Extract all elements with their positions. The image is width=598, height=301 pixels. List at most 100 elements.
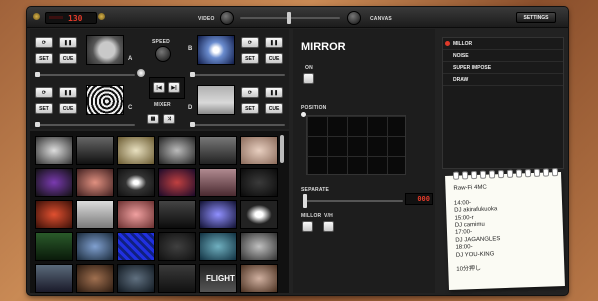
deck-c-preview[interactable] <box>86 85 124 115</box>
millor-label: MILLOR <box>301 213 322 219</box>
slider-handle[interactable] <box>35 72 40 77</box>
deck-c-slider[interactable] <box>35 122 135 127</box>
clip-thumbnail[interactable] <box>76 200 114 229</box>
pause-button[interactable]: ❚❚ <box>59 87 77 98</box>
deck-d-label: D <box>188 105 193 111</box>
clip-thumbnail[interactable] <box>158 200 196 229</box>
clip-thumbnail[interactable] <box>117 168 155 197</box>
slider-handle[interactable] <box>190 122 195 127</box>
prev-button[interactable]: |◀ <box>153 82 165 93</box>
deck-b-preview[interactable] <box>197 35 235 65</box>
clip-thumbnail[interactable] <box>158 232 196 261</box>
canvas-label: CANVAS <box>370 16 392 22</box>
cue-button-c[interactable]: CUE <box>59 103 77 114</box>
position-label: POSITION <box>301 105 327 111</box>
next-button[interactable]: ▶| <box>168 82 180 93</box>
clip-thumbnail[interactable] <box>240 168 278 197</box>
clip-thumbnail[interactable] <box>199 200 237 229</box>
slider-handle[interactable] <box>303 194 307 208</box>
clip-thumbnail[interactable] <box>158 168 196 197</box>
clip-thumbnail[interactable] <box>76 136 114 165</box>
on-label: ON <box>305 65 313 71</box>
settings-button[interactable]: SETTINGS <box>516 12 556 23</box>
deck-d-preview[interactable] <box>197 85 235 115</box>
loop-button[interactable]: ⟳ <box>35 37 53 48</box>
effect-item-label: MILLOR <box>453 41 473 47</box>
clip-thumbnail[interactable] <box>76 232 114 261</box>
clip-thumbnail[interactable] <box>117 264 155 293</box>
clip-thumbnail[interactable] <box>199 136 237 165</box>
canvas-knob[interactable] <box>347 11 361 25</box>
effect-item-super-impose[interactable]: SUPER IMPOSE <box>443 62 563 74</box>
position-pad[interactable] <box>306 115 406 175</box>
pause-button[interactable]: ❚❚ <box>265 37 283 48</box>
effect-item-draw[interactable]: DRAW <box>443 74 563 86</box>
sync-icon[interactable] <box>137 69 145 77</box>
clip-thumbnail[interactable] <box>240 136 278 165</box>
clip-thumbnail[interactable] <box>117 232 155 261</box>
clip-thumbnail[interactable] <box>117 200 155 229</box>
deck-b-label: B <box>188 46 193 52</box>
clip-thumbnail[interactable] <box>117 136 155 165</box>
clip-thumbnail[interactable] <box>35 136 73 165</box>
deck-d-slider[interactable] <box>190 122 285 127</box>
set-button-b[interactable]: SET <box>241 53 259 64</box>
slider-handle[interactable] <box>35 122 40 127</box>
set-button-a[interactable]: SET <box>35 53 53 64</box>
loop-icon: ⟳ <box>247 39 253 46</box>
cue-button-b[interactable]: CUE <box>265 53 283 64</box>
effect-item-noise[interactable]: NOISE <box>443 50 563 62</box>
deck-c-label: C <box>128 105 133 111</box>
clip-thumbnail[interactable] <box>158 264 196 293</box>
millor-toggle[interactable] <box>302 221 313 232</box>
video-knob[interactable] <box>220 11 234 25</box>
clip-thumbnail[interactable] <box>240 200 278 229</box>
effect-list: MILLOR NOISE SUPER IMPOSE DRAW <box>442 37 564 169</box>
clip-thumbnail[interactable] <box>35 200 73 229</box>
speed-knob[interactable] <box>155 46 171 62</box>
clip-thumbnail[interactable] <box>240 232 278 261</box>
clip-thumbnail[interactable] <box>35 168 73 197</box>
shuffle-icon: ⤨ <box>166 116 171 122</box>
shuffle-button[interactable]: ⤨ <box>163 114 175 124</box>
binder-ring-icon <box>497 170 505 179</box>
binder-ring-icon <box>551 168 559 177</box>
clip-thumbnail[interactable] <box>35 232 73 261</box>
screw-icon <box>33 13 40 20</box>
crossfader-handle[interactable] <box>287 12 291 24</box>
vh-toggle[interactable] <box>323 221 334 232</box>
mixer-mode-button[interactable]: ▦ <box>147 114 159 124</box>
pause-button[interactable]: ❚❚ <box>265 87 283 98</box>
effect-title: MIRROR <box>301 41 346 53</box>
separate-label: SEPARATE <box>301 187 330 193</box>
effect-on-toggle[interactable] <box>303 73 314 84</box>
deck-a-slider[interactable] <box>35 72 135 77</box>
effect-item-millor[interactable]: MILLOR <box>443 38 563 50</box>
bpm-display[interactable]: 130 <box>45 12 97 24</box>
loop-button[interactable]: ⟳ <box>241 37 259 48</box>
clip-thumbnail[interactable] <box>240 264 278 293</box>
binder-ring-icon <box>452 171 460 180</box>
set-button-d[interactable]: SET <box>241 103 259 114</box>
loop-button[interactable]: ⟳ <box>241 87 259 98</box>
cue-button-a[interactable]: CUE <box>59 53 77 64</box>
clip-thumbnail[interactable] <box>158 136 196 165</box>
clip-thumbnail[interactable] <box>76 168 114 197</box>
sticky-note: Raw-Fi 4MC 14:00- DJ akirafukuoka 15:00-… <box>445 168 565 290</box>
deck-a-preview[interactable] <box>86 35 124 65</box>
cue-button-d[interactable]: CUE <box>265 103 283 114</box>
effect-item-label: SUPER IMPOSE <box>453 65 492 71</box>
loop-button[interactable]: ⟳ <box>35 87 53 98</box>
slider-handle[interactable] <box>190 72 195 77</box>
clip-thumbnail[interactable] <box>199 168 237 197</box>
separate-slider[interactable] <box>303 194 403 208</box>
library-scrollbar[interactable] <box>280 135 284 163</box>
clip-thumbnail[interactable] <box>35 264 73 293</box>
clip-thumbnail[interactable] <box>76 264 114 293</box>
clip-thumbnail[interactable] <box>199 232 237 261</box>
pause-icon: ❚❚ <box>269 89 279 96</box>
pause-button[interactable]: ❚❚ <box>59 37 77 48</box>
deck-b-slider[interactable] <box>190 72 285 77</box>
set-button-c[interactable]: SET <box>35 103 53 114</box>
video-canvas-crossfader[interactable] <box>240 12 340 24</box>
